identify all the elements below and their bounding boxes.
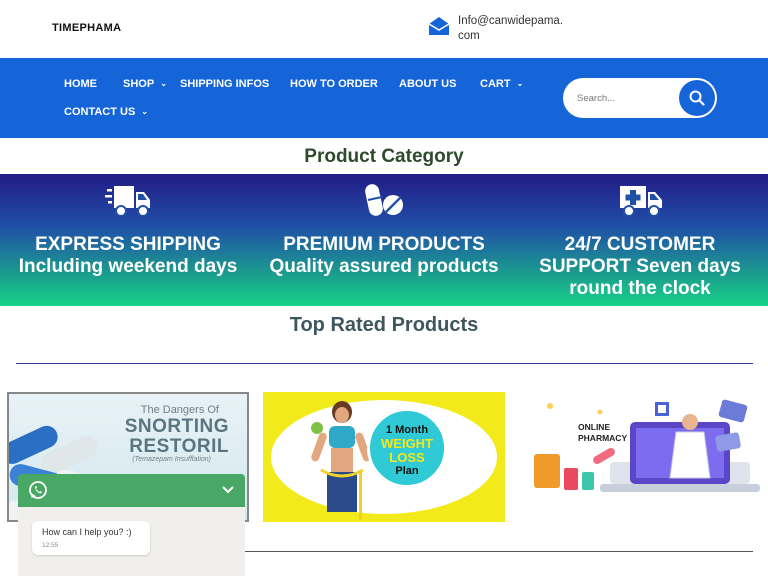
contact-email[interactable]: Info@canwidepama.com [458,14,568,44]
nav-shop[interactable]: SHOP ⌄ [123,78,167,90]
pills-icon [365,184,403,216]
feature-title: EXPRESS SHIPPING [35,234,221,255]
product-text: Plan [395,465,419,477]
search-box [563,78,717,118]
product-text: ONLINE [578,422,611,432]
search-button[interactable] [679,80,715,116]
chevron-down-icon: ⌄ [516,79,524,88]
product-text: (Temazepam Insufflation) [132,456,211,463]
feature-subtitle: Including weekend days [18,256,238,277]
woman-figure-image [311,401,371,520]
whatsapp-icon [29,481,47,499]
nav-how-to-order-label: HOW TO ORDER [290,78,378,90]
product-text: SNORTING [124,416,229,437]
feature-subtitle: Quality assured products [269,256,499,277]
product-text: RESTORIL [129,436,229,457]
chevron-down-icon[interactable] [221,483,235,497]
weight-loss-badge: 1 Month WEIGHT LOSS Plan [367,408,447,488]
product-card-online-pharmacy[interactable]: ONLINE PHARMACY [520,392,762,522]
chat-message-bubble: How can I help you? :) 12:55 [32,521,150,555]
whatsapp-widget-header[interactable] [18,474,245,507]
chat-message-text: How can I help you? :) [42,527,132,537]
nav-shop-label: SHOP [123,78,155,90]
page: TIMEPHAMA Info@canwidepama.com HOME SHOP… [0,0,768,576]
chat-message-time: 12:55 [42,542,59,549]
chevron-down-icon: ⌄ [160,79,167,88]
section-divider-bottom [245,551,753,552]
feature-premium-products: PREMIUM PRODUCTS Quality assured product… [256,174,512,306]
nav-about-us-label: ABOUT US [399,78,457,90]
feature-title: 24/7 CUSTOMER [564,234,716,255]
online-pharmacy-illustration [534,399,760,492]
product-card-weight-loss-plan[interactable]: 1 Month WEIGHT LOSS Plan [263,392,505,522]
nav-contact-us[interactable]: CONTACT US ⌄ [64,106,148,118]
nav-shipping-infos[interactable]: SHIPPING INFOS [180,78,269,90]
nav-contact-us-label: CONTACT US [64,106,136,118]
search-icon [689,90,705,106]
top-bar: TIMEPHAMA Info@canwidepama.com [0,0,768,58]
nav-home[interactable]: HOME [64,78,97,90]
nav-cart[interactable]: CART ⌄ [480,78,523,90]
features-banner: EXPRESS SHIPPING Including weekend days … [0,174,768,306]
nav-shipping-infos-label: SHIPPING INFOS [180,78,270,90]
chevron-down-icon: ⌄ [141,107,148,116]
product-text: WEIGHT [381,436,433,451]
nav-home-label: HOME [64,78,97,90]
search-input[interactable] [577,90,673,106]
nav-about-us[interactable]: ABOUT US [399,78,456,90]
section-divider [16,363,753,364]
feature-customer-support: 24/7 CUSTOMER SUPPORT Seven days round t… [512,174,768,306]
product-text: 1 Month [385,424,429,436]
feature-express-shipping: EXPRESS SHIPPING Including weekend days [0,174,256,306]
whatsapp-chat-panel: How can I help you? :) 12:55 [18,507,245,576]
feature-subtitle: SUPPORT Seven days round the clock [539,256,741,299]
product-text: PHARMACY [578,433,628,443]
product-text: The Dangers Of [140,404,219,416]
ambulance-icon [620,186,662,217]
main-nav: HOME SHOP ⌄ SHIPPING INFOS HOW TO ORDER A… [0,58,768,138]
top-rated-heading: Top Rated Products [289,314,479,336]
delivery-truck-icon [105,186,150,217]
product-category-heading: Product Category [304,146,464,167]
envelope-icon [428,17,450,35]
product-text: LOSS [389,450,425,465]
site-logo[interactable]: TIMEPHAMA [52,22,121,34]
nav-how-to-order[interactable]: HOW TO ORDER [290,78,378,90]
feature-title: PREMIUM PRODUCTS [283,234,485,255]
nav-cart-label: CART [480,78,511,90]
